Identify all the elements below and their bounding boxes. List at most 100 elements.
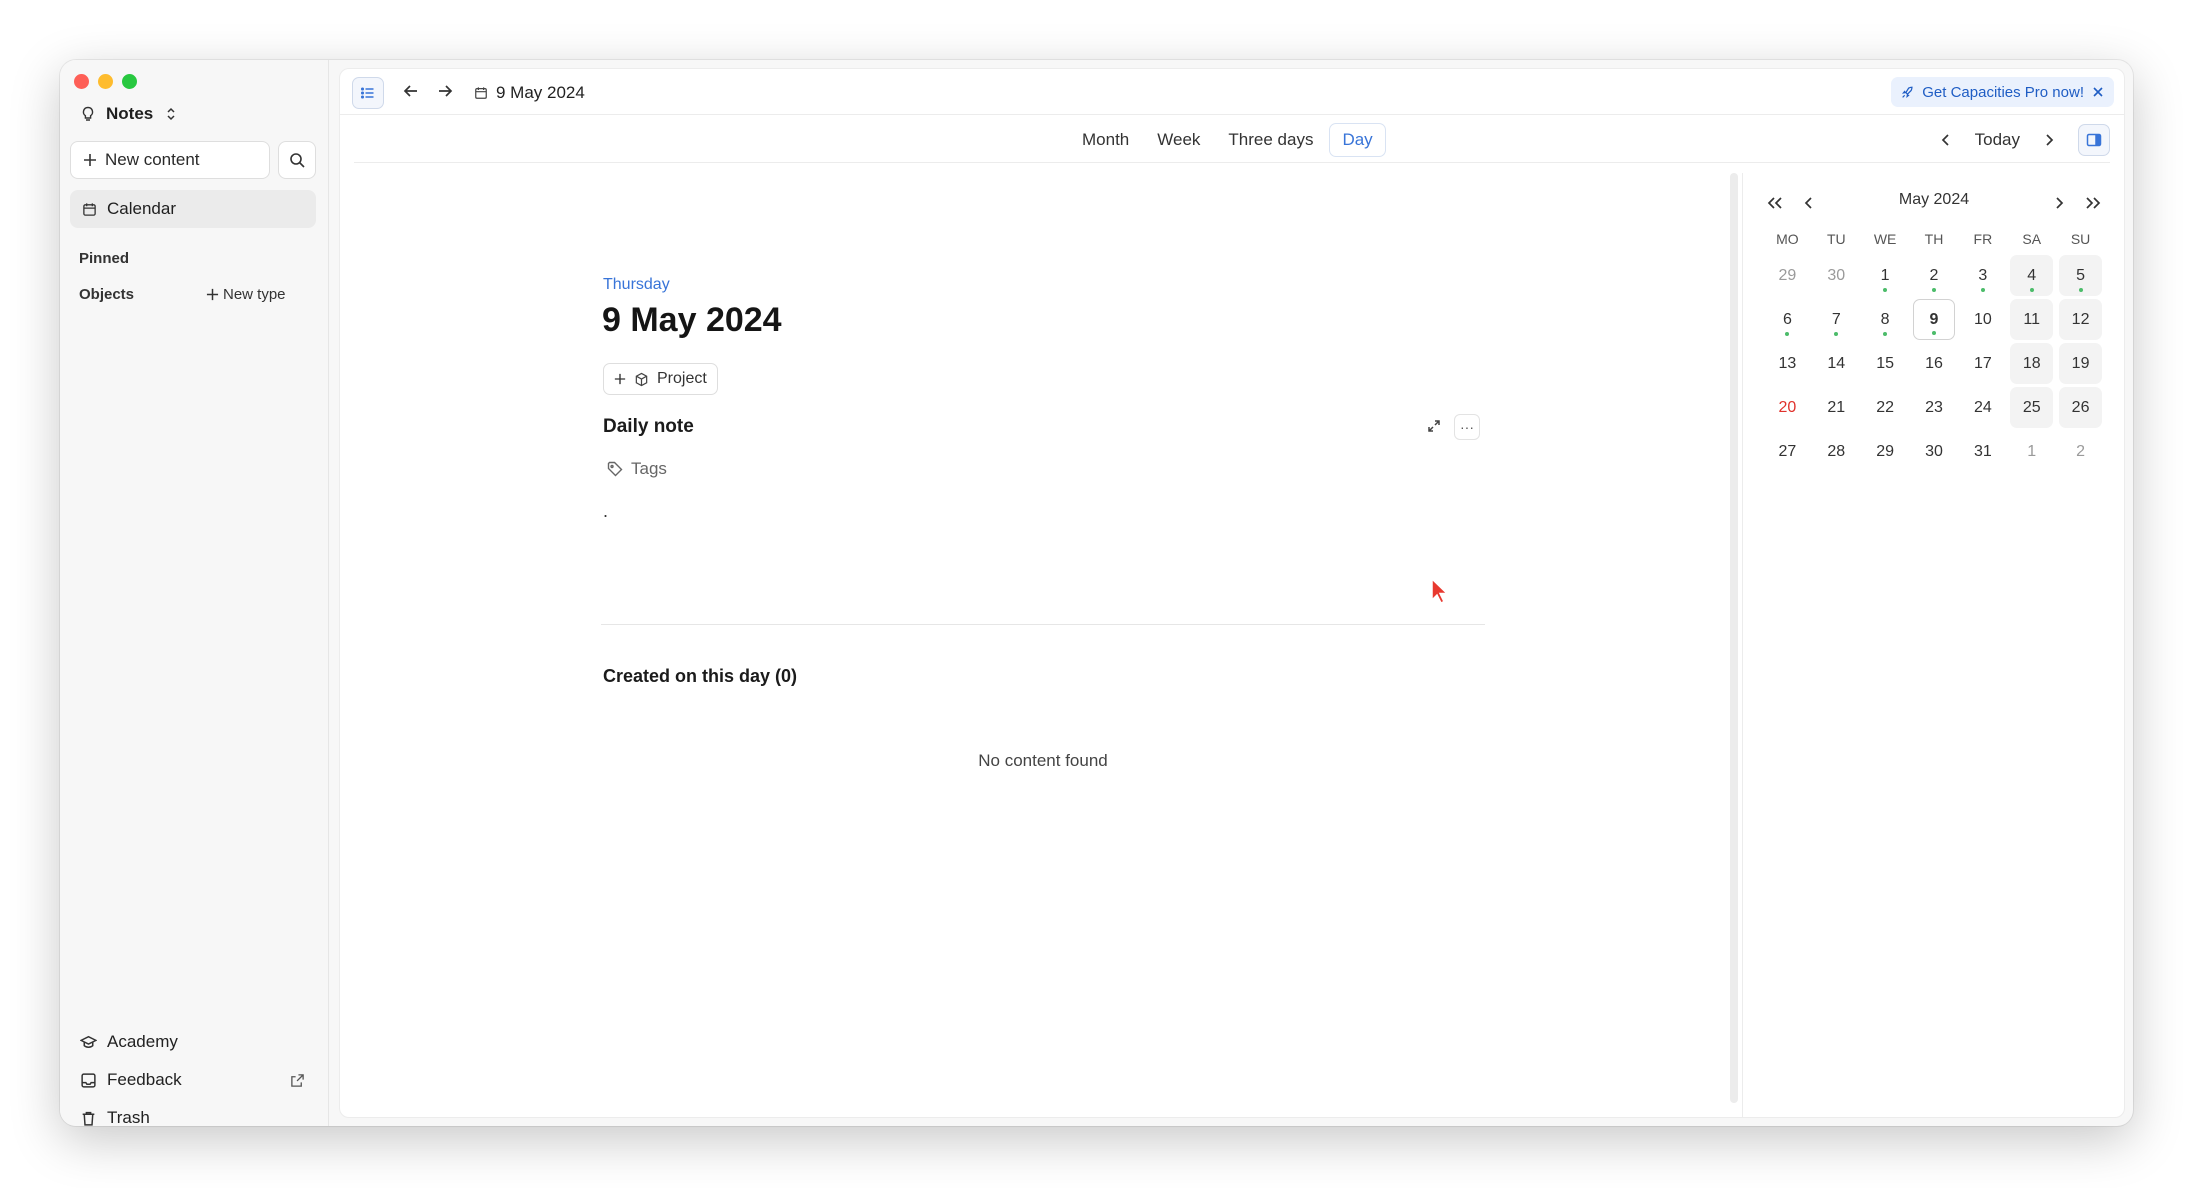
note-indicator-dot — [1931, 331, 1936, 335]
calendar-day[interactable]: 20 — [1766, 387, 1809, 428]
calendar-day[interactable]: 10 — [1961, 299, 2004, 340]
tab-day[interactable]: Day — [1329, 123, 1386, 157]
next-year-button[interactable] — [2081, 191, 2105, 215]
calendar-day[interactable]: 30 — [1913, 431, 1956, 472]
calendar-day[interactable]: 1 — [2010, 431, 2053, 472]
sidebar-item-calendar[interactable]: Calendar — [70, 190, 316, 228]
window-controls — [74, 74, 137, 89]
search-button[interactable] — [278, 141, 316, 179]
calendar-day[interactable]: 6 — [1766, 299, 1809, 340]
sidebar-item-academy[interactable]: Academy — [80, 1032, 178, 1052]
page-title: 9 May 2024 — [602, 301, 782, 339]
calendar-day[interactable]: 16 — [1913, 343, 1956, 384]
next-day-button[interactable] — [2034, 123, 2064, 157]
previous-year-button[interactable] — [1763, 191, 1787, 215]
previous-month-button[interactable] — [1797, 191, 1821, 215]
calendar-day[interactable]: 24 — [1961, 387, 2004, 428]
minimize-window-button[interactable] — [98, 74, 113, 89]
calendar-day[interactable]: 25 — [2010, 387, 2054, 428]
trash-icon — [82, 1111, 95, 1126]
breadcrumb[interactable]: 9 May 2024 — [474, 83, 585, 103]
empty-state-text: No content found — [978, 751, 1108, 770]
calendar-day[interactable]: 15 — [1864, 343, 1907, 384]
external-link-icon — [291, 1073, 304, 1087]
calendar-day[interactable]: 22 — [1864, 387, 1907, 428]
tab-week[interactable]: Week — [1145, 123, 1212, 157]
calendar-day-selected[interactable]: 9 — [1912, 299, 1956, 340]
toggle-right-panel-button[interactable] — [2078, 124, 2110, 156]
expand-icon[interactable] — [1427, 419, 1441, 433]
calendar-day[interactable]: 23 — [1913, 387, 1956, 428]
divider — [601, 624, 1485, 625]
note-indicator-dot — [1883, 288, 1888, 292]
search-icon — [290, 153, 305, 168]
calendar-day[interactable]: 1 — [1864, 255, 1907, 296]
calendar-day[interactable]: 31 — [1961, 431, 2004, 472]
note-editor[interactable]: . — [603, 501, 608, 522]
feedback-label: Feedback — [107, 1070, 182, 1089]
scrollbar[interactable] — [1730, 173, 1738, 1103]
calendar-week-row: 29 30 1 2 3 4 5 — [1763, 254, 2105, 297]
calendar-day[interactable]: 26 — [2059, 387, 2102, 428]
new-content-button[interactable]: New content — [70, 141, 270, 179]
calendar-day[interactable]: 30 — [1815, 255, 1858, 296]
note-indicator-dot — [1931, 288, 1936, 292]
calendar-day[interactable]: 18 — [2010, 343, 2054, 384]
add-project-button[interactable]: Project — [603, 363, 718, 395]
close-icon[interactable] — [2092, 86, 2104, 98]
weekday-label: TH — [1924, 231, 1944, 247]
space-switcher[interactable]: Notes — [80, 104, 179, 124]
calendar-day[interactable]: 21 — [1815, 387, 1858, 428]
chevron-updown-icon — [167, 107, 175, 121]
calendar-day[interactable]: 14 — [1815, 343, 1858, 384]
calendar-day[interactable]: 12 — [2059, 299, 2102, 340]
calendar-day[interactable]: 3 — [1961, 255, 2004, 296]
sidebar-item-trash[interactable]: Trash — [80, 1108, 150, 1126]
calendar-day[interactable]: 2 — [1913, 255, 1956, 296]
trash-label: Trash — [107, 1108, 150, 1126]
calendar-week-row: 13 14 15 16 17 18 19 — [1763, 342, 2105, 385]
maximize-window-button[interactable] — [122, 74, 137, 89]
tab-three-days[interactable]: Three days — [1216, 123, 1325, 157]
back-arrow-icon[interactable] — [402, 82, 420, 100]
calendar-week-row: 6 7 8 9 10 11 12 — [1763, 298, 2105, 341]
tab-month[interactable]: Month — [1070, 123, 1141, 157]
toggle-sidebar-button[interactable] — [352, 77, 384, 109]
forward-arrow-icon[interactable] — [436, 82, 454, 100]
calendar-day[interactable]: 7 — [1815, 299, 1858, 340]
next-month-button[interactable] — [2047, 191, 2071, 215]
calendar-day[interactable]: 8 — [1864, 299, 1907, 340]
weekday-label: FR — [1973, 231, 1993, 247]
calendar-day[interactable]: 19 — [2059, 343, 2102, 384]
main-panel: 9 May 2024 Get Capacities Pro now! Month… — [339, 68, 2125, 1118]
objects-section-label: Objects — [79, 286, 135, 303]
weekday-header-row: MO TU WE TH FR SA SU — [1763, 225, 2105, 253]
new-type-button[interactable]: New type — [206, 286, 286, 303]
calendar-day[interactable]: 28 — [1815, 431, 1858, 472]
tags-field[interactable]: Tags — [607, 459, 667, 479]
close-window-button[interactable] — [74, 74, 89, 89]
pinned-section-label: Pinned — [79, 250, 130, 267]
calendar-day[interactable]: 11 — [2010, 299, 2054, 340]
note-indicator-dot — [1980, 288, 1985, 292]
calendar-day[interactable]: 4 — [2010, 255, 2054, 296]
pro-upgrade-banner[interactable]: Get Capacities Pro now! — [1891, 77, 2114, 107]
calendar-week-row: 20 21 22 23 24 25 26 — [1763, 386, 2105, 429]
rocket-icon — [1902, 86, 1913, 98]
previous-day-button[interactable] — [1931, 123, 1961, 157]
more-options-button[interactable]: ··· — [1454, 414, 1480, 440]
calendar-day[interactable]: 5 — [2059, 255, 2102, 296]
view-bar: Month Week Three days Day Today — [354, 115, 2110, 163]
calendar-day[interactable]: 17 — [1961, 343, 2004, 384]
calendar-day[interactable]: 29 — [1864, 431, 1907, 472]
today-button[interactable]: Today — [1975, 130, 2020, 150]
calendar-day[interactable]: 2 — [2059, 431, 2102, 472]
calendar-icon — [83, 202, 96, 216]
weekday-label: Thursday — [603, 276, 670, 293]
calendar-day[interactable]: 27 — [1766, 431, 1809, 472]
calendar-day[interactable]: 29 — [1766, 255, 1809, 296]
sidebar-item-feedback[interactable]: Feedback — [80, 1070, 310, 1090]
sidebar: Notes New content Calendar Pinned Object… — [60, 60, 329, 1126]
calendar-day[interactable]: 13 — [1766, 343, 1809, 384]
created-on-day-heading: Created on this day (0) — [603, 666, 798, 686]
